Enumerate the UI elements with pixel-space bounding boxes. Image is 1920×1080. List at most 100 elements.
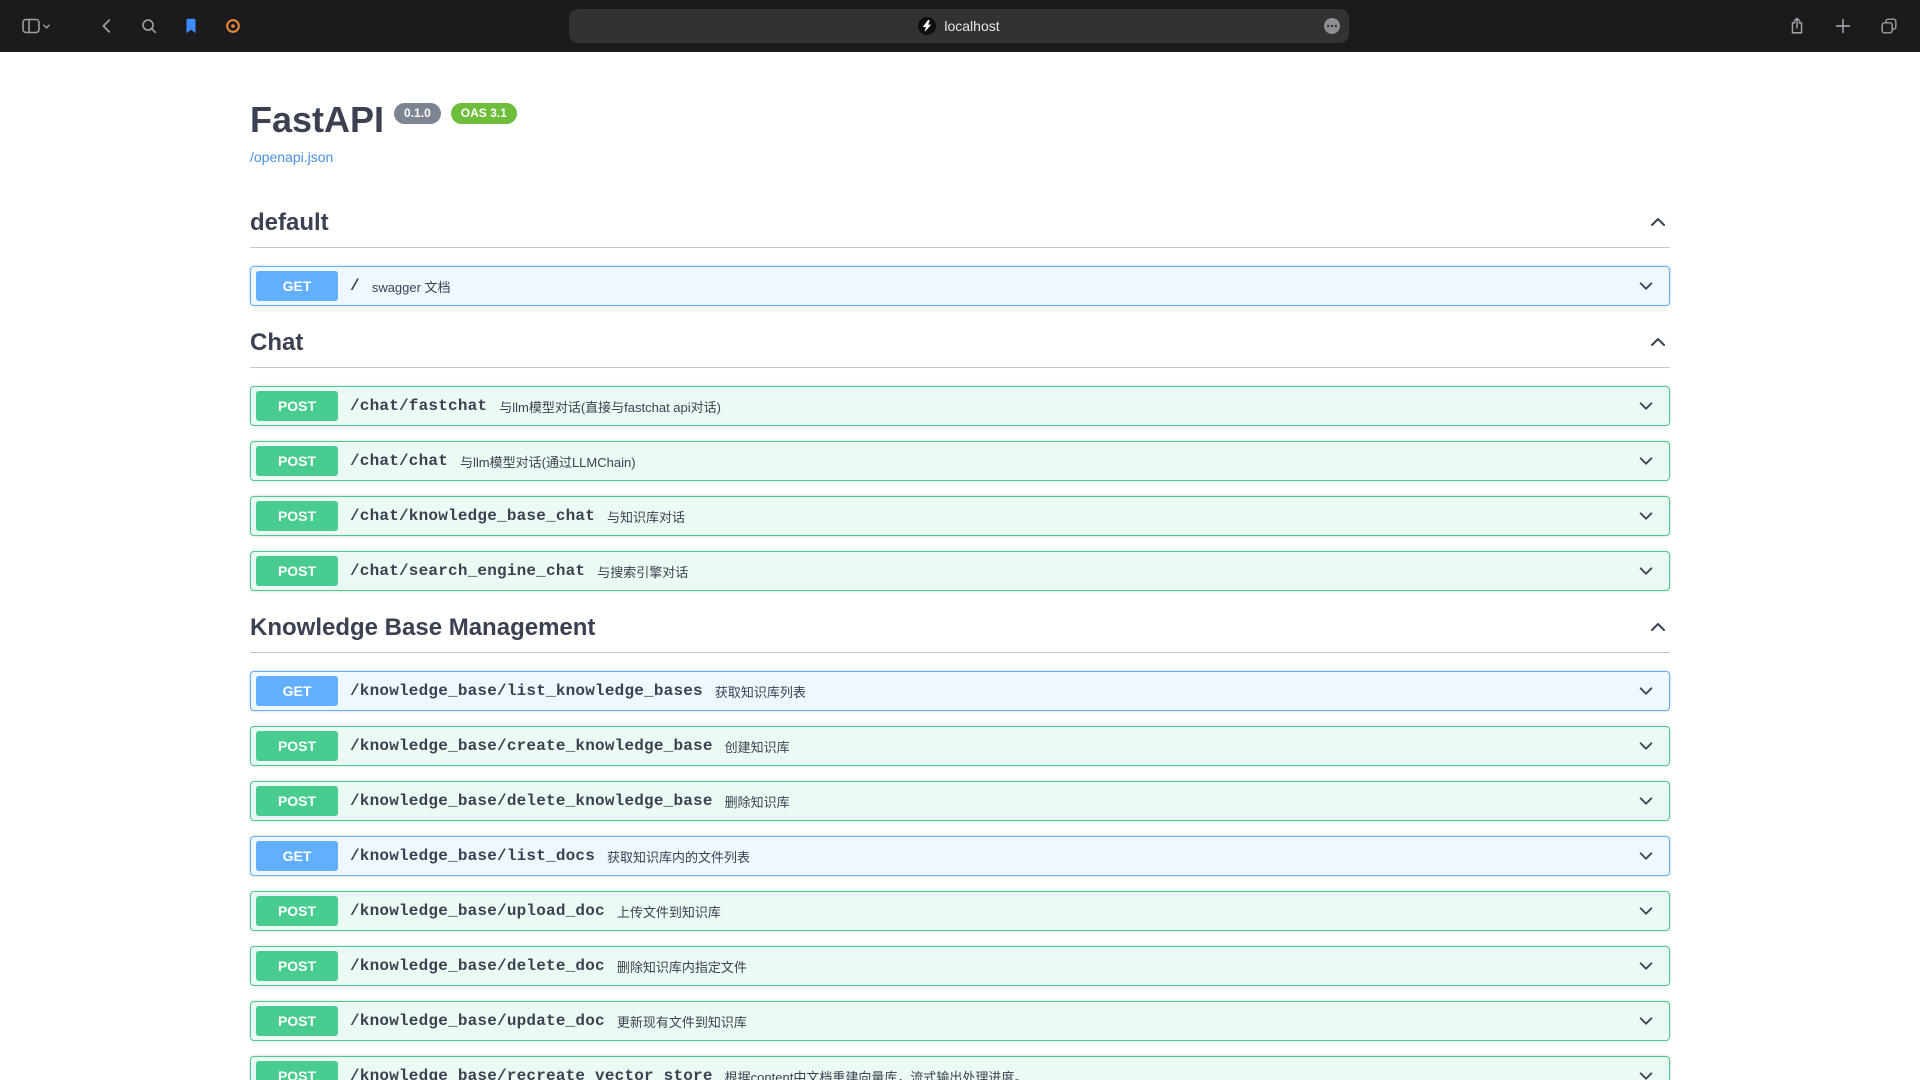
method-badge: POST: [256, 391, 338, 421]
operation-path: /knowledge_base/create_knowledge_base: [350, 737, 713, 755]
operation-path: /: [350, 277, 360, 295]
oas-badge[interactable]: OAS 3.1: [451, 103, 517, 124]
chevron-down-icon[interactable]: [1633, 788, 1659, 814]
operation-row[interactable]: POST /knowledge_base/delete_doc 删除知识库内指定…: [250, 946, 1670, 986]
operation-summary: 更新现有文件到知识库: [617, 1012, 747, 1031]
operations-list: GET /knowledge_base/list_knowledge_bases…: [250, 671, 1670, 1080]
operation-summary: 与llm模型对话(直接与fastchat api对话): [499, 397, 721, 416]
operation-summary: 根据content中文档重建向量库，流式输出处理进度。: [725, 1067, 1028, 1080]
swagger-ui-page: FastAPI 0.1.0 OAS 3.1 /openapi.json defa…: [0, 52, 1920, 1080]
method-badge: POST: [256, 951, 338, 981]
operation-path: /knowledge_base/delete_doc: [350, 957, 605, 975]
chevron-down-icon[interactable]: [1633, 678, 1659, 704]
chevron-up-icon: [1648, 212, 1668, 235]
operation-summary: 与llm模型对话(通过LLMChain): [460, 452, 636, 471]
operation-summary: 获取知识库列表: [715, 682, 806, 701]
chevron-down-icon[interactable]: [1633, 1008, 1659, 1034]
openapi-json-link[interactable]: /openapi.json: [250, 149, 333, 165]
chevron-down-icon[interactable]: [1633, 393, 1659, 419]
operation-summary: 与知识库对话: [607, 507, 685, 526]
chevron-down-icon[interactable]: [1633, 843, 1659, 869]
operation-row[interactable]: POST /chat/chat 与llm模型对话(通过LLMChain): [250, 441, 1670, 481]
method-badge: POST: [256, 731, 338, 761]
method-badge: POST: [256, 896, 338, 926]
method-badge: POST: [256, 446, 338, 476]
operation-path: /knowledge_base/upload_doc: [350, 902, 605, 920]
toolbar-center-group: localhost: [569, 9, 1349, 43]
operations-list: GET / swagger 文档: [250, 266, 1670, 306]
section-default: default GET / swagger 文档: [250, 201, 1670, 306]
chevron-down-icon[interactable]: [1633, 558, 1659, 584]
method-badge: GET: [256, 271, 338, 301]
search-icon: [139, 16, 159, 36]
method-badge: POST: [256, 786, 338, 816]
url-text: localhost: [944, 18, 999, 34]
extension-blue-button[interactable]: [174, 9, 208, 43]
operation-path: /knowledge_base/list_docs: [350, 847, 595, 865]
operation-row[interactable]: POST /knowledge_base/upload_doc 上传文件到知识库: [250, 891, 1670, 931]
chevron-down-icon[interactable]: [1633, 1063, 1659, 1080]
chevron-down-icon: [42, 22, 51, 31]
chevron-up-icon: [1648, 617, 1668, 640]
operation-row[interactable]: POST /knowledge_base/recreate_vector_sto…: [250, 1056, 1670, 1080]
operation-row[interactable]: POST /chat/search_engine_chat 与搜索引擎对话: [250, 551, 1670, 591]
back-chevron-icon: [97, 16, 117, 36]
browser-toolbar: localhost: [0, 0, 1920, 52]
operation-row[interactable]: POST /knowledge_base/delete_knowledge_ba…: [250, 781, 1670, 821]
bookmark-icon: [182, 17, 200, 35]
sidebar-icon: [20, 15, 42, 37]
operation-row[interactable]: POST /knowledge_base/create_knowledge_ba…: [250, 726, 1670, 766]
collapse-section-button[interactable]: [1646, 210, 1670, 237]
share-icon: [1787, 16, 1807, 36]
operation-path: /knowledge_base/list_knowledge_bases: [350, 682, 703, 700]
version-badge: 0.1.0: [394, 103, 441, 124]
section-header-default[interactable]: default: [250, 201, 1670, 248]
operation-row[interactable]: POST /chat/knowledge_base_chat 与知识库对话: [250, 496, 1670, 536]
operation-row[interactable]: GET / swagger 文档: [250, 266, 1670, 306]
sidebar-toggle-button[interactable]: [12, 9, 58, 43]
page-menu-button[interactable]: [1323, 17, 1341, 35]
chevron-down-icon[interactable]: [1633, 503, 1659, 529]
new-tab-button[interactable]: [1826, 9, 1860, 43]
operation-summary: 获取知识库内的文件列表: [607, 847, 750, 866]
extension-orange-button[interactable]: [216, 9, 250, 43]
section-header-knowledge-base[interactable]: Knowledge Base Management: [250, 606, 1670, 653]
api-title-text: FastAPI: [250, 98, 384, 141]
chevron-down-icon[interactable]: [1633, 953, 1659, 979]
tab-overview-button[interactable]: [1872, 9, 1906, 43]
operation-row[interactable]: GET /knowledge_base/list_docs 获取知识库内的文件列…: [250, 836, 1670, 876]
ellipsis-circle-icon: [1323, 23, 1341, 38]
operation-summary: 创建知识库: [725, 737, 790, 756]
chevron-down-icon[interactable]: [1633, 273, 1659, 299]
collapse-section-button[interactable]: [1646, 615, 1670, 642]
address-bar[interactable]: localhost: [569, 9, 1349, 43]
section-header-chat[interactable]: Chat: [250, 321, 1670, 368]
toolbar-left-group: [0, 9, 569, 43]
operation-path: /chat/fastchat: [350, 397, 487, 415]
method-badge: POST: [256, 1006, 338, 1036]
operation-path: /chat/chat: [350, 452, 448, 470]
circle-target-icon: [224, 17, 242, 35]
chevron-down-icon[interactable]: [1633, 733, 1659, 759]
search-button[interactable]: [132, 9, 166, 43]
operation-summary: swagger 文档: [372, 277, 451, 296]
operation-row[interactable]: POST /chat/fastchat 与llm模型对话(直接与fastchat…: [250, 386, 1670, 426]
operation-path: /knowledge_base/recreate_vector_store: [350, 1067, 713, 1080]
operation-path: /chat/knowledge_base_chat: [350, 507, 595, 525]
share-button[interactable]: [1780, 9, 1814, 43]
method-badge: POST: [256, 556, 338, 586]
operation-row[interactable]: GET /knowledge_base/list_knowledge_bases…: [250, 671, 1670, 711]
section-knowledge-base-management: Knowledge Base Management GET /knowledge…: [250, 606, 1670, 1080]
chevron-down-icon[interactable]: [1633, 448, 1659, 474]
collapse-section-button[interactable]: [1646, 330, 1670, 357]
operation-row[interactable]: POST /knowledge_base/update_doc 更新现有文件到知…: [250, 1001, 1670, 1041]
tabs-icon: [1879, 16, 1899, 36]
site-favicon-lightning-icon: [918, 17, 936, 35]
method-badge: GET: [256, 841, 338, 871]
operation-summary: 删除知识库内指定文件: [617, 957, 747, 976]
toolbar-right-group: [1349, 9, 1920, 43]
chevron-down-icon[interactable]: [1633, 898, 1659, 924]
method-badge: POST: [256, 501, 338, 531]
section-title: default: [250, 209, 329, 237]
back-button[interactable]: [90, 9, 124, 43]
